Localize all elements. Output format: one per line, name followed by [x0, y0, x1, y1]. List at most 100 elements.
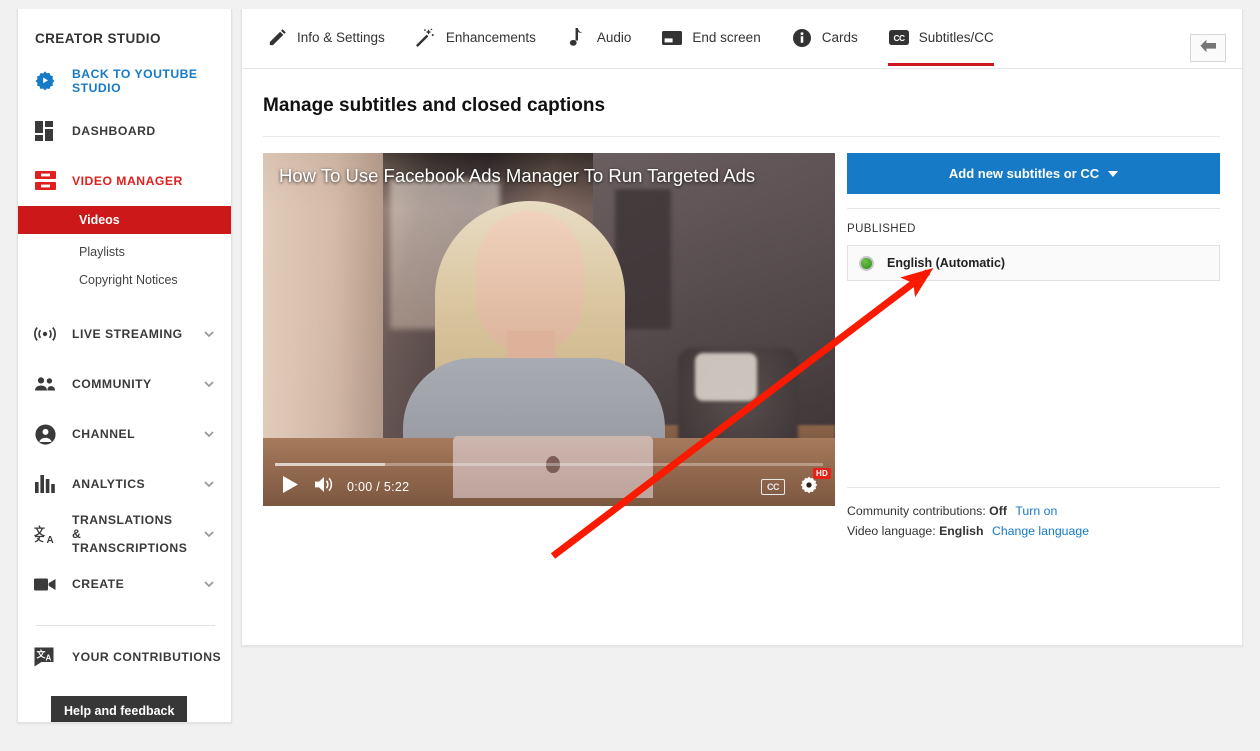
panel-meta: Community contributions: Off Turn on Vid…: [847, 501, 1220, 541]
tab-label: Audio: [596, 30, 632, 45]
creator-studio-title: CREATOR STUDIO: [35, 31, 161, 46]
end-screen-icon: [661, 27, 683, 49]
sidebar: CREATOR STUDIO BACK TO YOUTUBE STUDIO DA…: [17, 9, 232, 723]
main-content-card: Info & Settings Enhancements Audio End s…: [241, 9, 1243, 646]
sidebar-item-analytics[interactable]: ANALYTICS: [18, 459, 231, 509]
sidebar-item-video-manager[interactable]: VIDEO MANAGER: [18, 156, 231, 206]
add-new-subtitles-button[interactable]: Add new subtitles or CC: [847, 153, 1220, 194]
sidebar-subitem-playlists[interactable]: Playlists: [18, 240, 231, 264]
play-icon: [282, 476, 298, 498]
chevron-down-icon[interactable]: [203, 578, 215, 590]
video-title-overlay: How To Use Facebook Ads Manager To Run T…: [279, 165, 756, 186]
svg-text:A: A: [46, 654, 52, 663]
music-note-icon: [566, 27, 588, 49]
info-circle-icon: [791, 27, 813, 49]
tab-label: Enhancements: [445, 30, 536, 45]
sidebar-divider: [36, 625, 215, 626]
play-button[interactable]: [273, 470, 307, 504]
chevron-down-icon[interactable]: [203, 378, 215, 390]
volume-icon: [314, 476, 334, 498]
sidebar-item-label: YOUR CONTRIBUTIONS: [72, 649, 222, 664]
chevron-down-icon: [1108, 170, 1119, 177]
sidebar-subitem-videos[interactable]: Videos: [18, 206, 231, 234]
translate-icon: 文 A: [32, 521, 58, 547]
time-display: 0:00 / 5:22: [347, 480, 410, 494]
video-frame: [263, 153, 835, 506]
app-root: CREATOR STUDIO BACK TO YOUTUBE STUDIO DA…: [0, 0, 1260, 751]
video-language-value: English: [939, 524, 984, 538]
video-camera-icon: [32, 571, 58, 597]
video-manager-icon: [32, 168, 58, 194]
sidebar-item-dashboard[interactable]: DASHBOARD: [18, 106, 231, 156]
help-and-feedback-button[interactable]: Help and feedback: [51, 696, 188, 722]
published-language-row[interactable]: English (Automatic): [847, 245, 1220, 281]
video-language-row: Video language: English Change language: [847, 521, 1220, 541]
sidebar-subitem-label: Playlists: [79, 245, 125, 259]
community-contributions-value: Off: [989, 504, 1007, 518]
sidebar-item-translations-transcriptions[interactable]: 文 A TRANSLATIONS & TRANSCRIPTIONS: [18, 509, 231, 559]
community-contributions-label: Community contributions:: [847, 504, 986, 518]
cc-icon: CC: [888, 27, 910, 49]
tab-label: Cards: [821, 30, 858, 45]
sidebar-item-your-contributions[interactable]: 文 A YOUR CONTRIBUTIONS: [18, 632, 231, 682]
tab-info-and-settings[interactable]: Info & Settings: [266, 9, 385, 66]
sidebar-subitem-label: Videos: [79, 213, 120, 227]
sidebar-subitem-label: Copyright Notices: [79, 273, 178, 287]
chevron-down-icon[interactable]: [203, 328, 215, 340]
subtitles-side-panel: Add new subtitles or CC PUBLISHED Englis…: [835, 153, 1220, 541]
community-contributions-row: Community contributions: Off Turn on: [847, 501, 1220, 521]
panel-divider: [847, 208, 1220, 209]
tab-subtitles-cc[interactable]: CC Subtitles/CC: [887, 9, 994, 66]
player-settings-button[interactable]: HD: [799, 467, 831, 500]
volume-button[interactable]: [307, 470, 341, 504]
chevron-down-icon[interactable]: [203, 528, 215, 540]
svg-text:A: A: [47, 535, 54, 544]
sidebar-item-label: CREATE: [72, 576, 125, 591]
tab-end-screen[interactable]: End screen: [661, 9, 761, 66]
sidebar-item-channel[interactable]: CHANNEL: [18, 409, 231, 459]
chevron-down-icon[interactable]: [203, 428, 215, 440]
player-controls: 0:00 / 5:22 CC HD: [263, 458, 835, 506]
sidebar-item-label: CHANNEL: [72, 426, 136, 441]
bar-chart-icon: [32, 471, 58, 497]
sidebar-item-create[interactable]: CREATE: [18, 559, 231, 609]
svg-text:CC: CC: [893, 33, 905, 43]
tab-label: Info & Settings: [297, 30, 385, 45]
cc-toggle-button[interactable]: CC: [761, 479, 785, 495]
video-player[interactable]: How To Use Facebook Ads Manager To Run T…: [263, 153, 835, 506]
sidebar-item-label: ANALYTICS: [72, 476, 146, 491]
chevron-down-icon[interactable]: [203, 478, 215, 490]
tab-label: End screen: [692, 30, 761, 45]
sidebar-item-community[interactable]: COMMUNITY: [18, 359, 231, 409]
tab-cards[interactable]: Cards: [791, 9, 858, 66]
status-dot-icon: [859, 255, 874, 271]
account-circle-icon: [32, 421, 58, 447]
page-title: Manage subtitles and closed captions: [263, 95, 606, 116]
back-button[interactable]: [1190, 34, 1226, 62]
hd-quality-badge: HD: [813, 467, 831, 479]
tab-audio[interactable]: Audio: [566, 9, 632, 66]
sidebar-subitem-copyright-notices[interactable]: Copyright Notices: [18, 268, 231, 292]
pencil-icon: [266, 27, 288, 49]
people-icon: [32, 371, 58, 397]
panel-bottom-divider: [847, 487, 1220, 488]
published-language-label: English (Automatic): [887, 256, 1006, 270]
magic-wand-icon: [415, 27, 437, 49]
sidebar-item-label: VIDEO MANAGER: [72, 173, 183, 188]
video-language-label: Video language:: [847, 524, 936, 538]
sidebar-item-back-to-youtube-studio[interactable]: BACK TO YOUTUBE STUDIO: [18, 56, 231, 106]
subtitles-content: How To Use Facebook Ads Manager To Run T…: [242, 137, 1242, 541]
published-section-label: PUBLISHED: [847, 223, 916, 235]
sidebar-item-label: TRANSLATIONS & TRANSCRIPTIONS: [72, 512, 188, 556]
sidebar-item-label: COMMUNITY: [72, 376, 152, 391]
sidebar-item-label: LIVE STREAMING: [72, 326, 183, 341]
change-language-link[interactable]: Change language: [992, 524, 1089, 538]
turn-on-link[interactable]: Turn on: [1015, 504, 1057, 518]
sidebar-item-live-streaming[interactable]: LIVE STREAMING: [18, 309, 231, 359]
broadcast-icon: [32, 321, 58, 347]
tab-label: Subtitles/CC: [918, 30, 994, 45]
progress-bar[interactable]: [275, 463, 823, 466]
translate-badge-icon: 文 A: [32, 644, 58, 670]
tab-enhancements[interactable]: Enhancements: [415, 9, 536, 66]
add-new-subtitles-label: Add new subtitles or CC: [948, 166, 1100, 181]
